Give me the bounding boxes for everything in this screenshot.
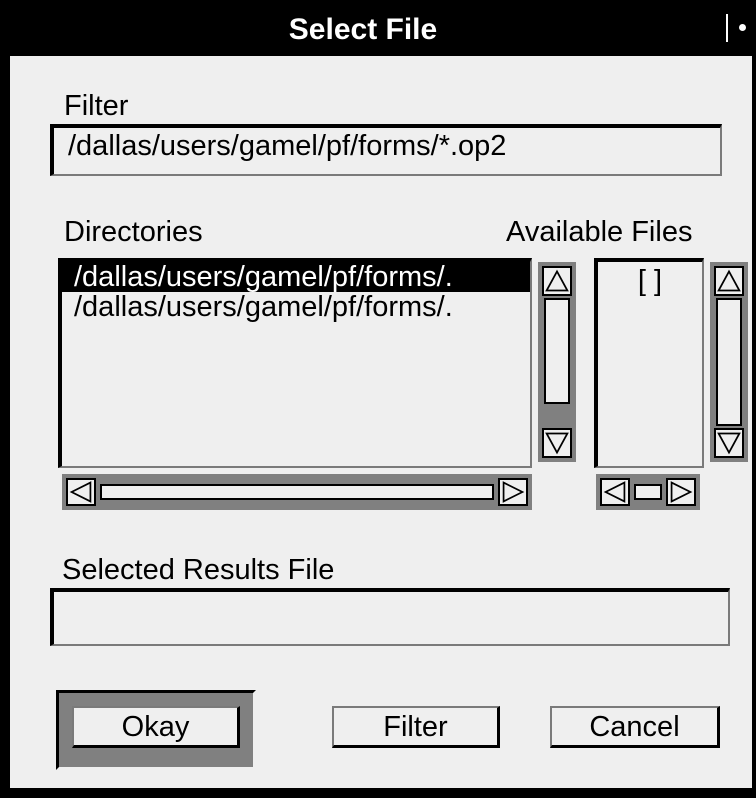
selected-results-label: Selected Results File: [62, 554, 335, 586]
title-bar[interactable]: Select File: [6, 0, 756, 56]
window-menu-dot: [739, 24, 746, 31]
down-triangle-icon[interactable]: [714, 428, 744, 458]
files-vscrollbar[interactable]: [710, 262, 748, 462]
available-files-list[interactable]: [ ]: [594, 258, 704, 468]
filter-input[interactable]: /dallas/users/gamel/pf/forms/*.op2: [50, 124, 722, 176]
filter-button[interactable]: Filter: [332, 706, 500, 748]
filter-label: Filter: [64, 90, 129, 122]
up-triangle-icon[interactable]: [542, 266, 572, 296]
cancel-button[interactable]: Cancel: [550, 706, 720, 748]
file-item[interactable]: [ ]: [598, 262, 702, 296]
directory-item[interactable]: /dallas/users/gamel/pf/forms/.: [62, 262, 530, 292]
dialog-title: Select File: [288, 13, 438, 46]
scroll-thumb[interactable]: [100, 484, 494, 500]
window-menu-icon[interactable]: [726, 14, 752, 42]
available-files-label: Available Files: [506, 216, 693, 248]
down-triangle-icon[interactable]: [542, 428, 572, 458]
selected-results-input[interactable]: [50, 588, 730, 646]
directories-hscrollbar[interactable]: [62, 474, 532, 510]
okay-button[interactable]: Okay: [72, 706, 240, 748]
directories-label: Directories: [64, 216, 203, 248]
scroll-thumb[interactable]: [634, 484, 662, 500]
directories-list[interactable]: /dallas/users/gamel/pf/forms/. /dallas/u…: [58, 258, 532, 468]
select-file-dialog: Select File Filter /dallas/users/gamel/p…: [6, 0, 756, 792]
left-triangle-icon[interactable]: [600, 478, 630, 506]
right-triangle-icon[interactable]: [666, 478, 696, 506]
directories-vscrollbar[interactable]: [538, 262, 576, 462]
right-triangle-icon[interactable]: [498, 478, 528, 506]
scroll-thumb[interactable]: [716, 298, 742, 426]
left-triangle-icon[interactable]: [66, 478, 96, 506]
up-triangle-icon[interactable]: [714, 266, 744, 296]
dialog-body: Filter /dallas/users/gamel/pf/forms/*.op…: [10, 56, 752, 788]
files-hscrollbar[interactable]: [596, 474, 700, 510]
scroll-thumb[interactable]: [544, 298, 570, 404]
directory-item[interactable]: /dallas/users/gamel/pf/forms/.: [62, 292, 530, 322]
